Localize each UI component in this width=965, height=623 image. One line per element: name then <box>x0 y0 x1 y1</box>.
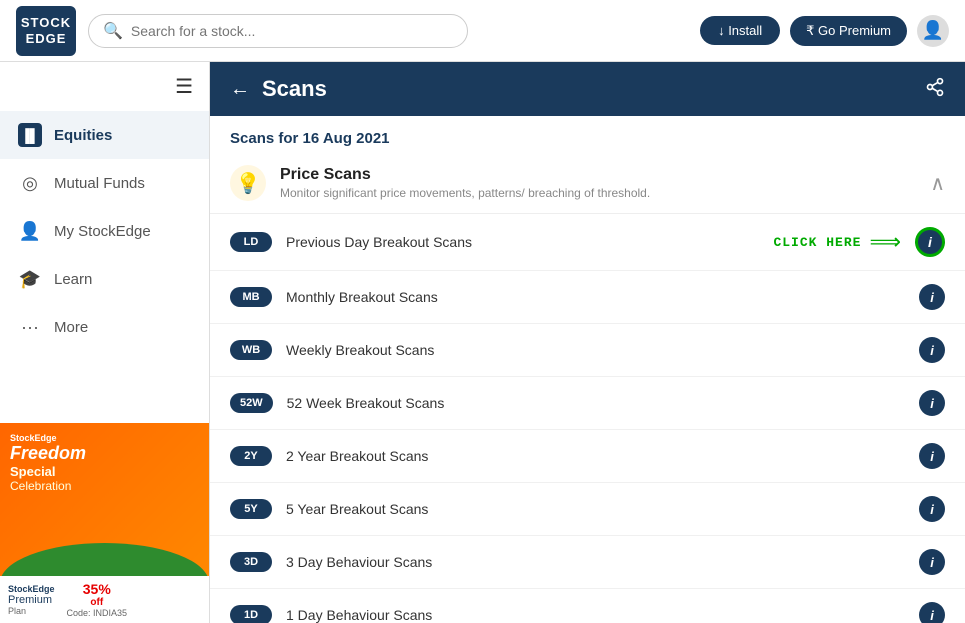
premium-button[interactable]: ₹ Go Premium <box>790 16 907 46</box>
share-icon <box>925 77 945 97</box>
scan-label-52w: 52 Week Breakout Scans <box>287 395 905 411</box>
sidebar-item-learn[interactable]: 🎓 Learn <box>0 255 209 303</box>
scan-badge-3d: 3D <box>230 552 272 572</box>
scan-badge-mb: MB <box>230 287 272 307</box>
scan-label-1d: 1 Day Behaviour Scans <box>286 607 905 623</box>
info-button-2y[interactable]: i <box>919 443 945 469</box>
main-layout: ☰ ▐▌ Equities ◎ Mutual Funds 👤 My StockE… <box>0 62 965 623</box>
content-area: ← Scans Scans for 16 Aug 2021 💡 Price Sc… <box>210 62 965 623</box>
info-button-ld-highlighted[interactable]: i <box>915 227 945 257</box>
section-info: Price Scans Monitor significant price mo… <box>280 166 916 200</box>
learn-icon: 🎓 <box>18 267 42 291</box>
sidebar-item-label-my-stockedge: My StockEdge <box>54 223 151 240</box>
top-header: STOCK EDGE 🔍 ↓ Install ₹ Go Premium 👤 <box>0 0 965 62</box>
ad-celebration: Celebration <box>10 479 199 493</box>
ad-plan-label: Plan <box>8 606 55 616</box>
ad-premium-label: Premium <box>8 594 55 606</box>
click-here-annotation: CLICK HERE ⟹ <box>773 231 901 253</box>
mutual-funds-icon: ◎ <box>18 171 42 195</box>
scan-badge-52w: 52W <box>230 393 273 413</box>
sidebar-item-more[interactable]: ··· More <box>0 303 209 351</box>
green-arrow-icon: ⟹ <box>869 231 901 253</box>
ad-code-label: Code: INDIA35 <box>67 608 128 618</box>
install-button[interactable]: ↓ Install <box>700 16 780 45</box>
scan-item-3d[interactable]: 3D 3 Day Behaviour Scans i <box>210 536 965 589</box>
hamburger-menu[interactable]: ☰ <box>0 62 209 111</box>
search-bar[interactable]: 🔍 <box>88 14 468 48</box>
scan-item-5y[interactable]: 5Y 5 Year Breakout Scans i <box>210 483 965 536</box>
header-actions: ↓ Install ₹ Go Premium 👤 <box>700 15 949 47</box>
section-desc: Monitor significant price movements, pat… <box>280 186 916 200</box>
scan-badge-2y: 2Y <box>230 446 272 466</box>
bulb-icon: 💡 <box>230 165 266 201</box>
scan-badge-1d: 1D <box>230 605 272 623</box>
scan-badge-wb: WB <box>230 340 272 360</box>
ad-special: Special <box>10 464 199 479</box>
sidebar: ☰ ▐▌ Equities ◎ Mutual Funds 👤 My StockE… <box>0 62 210 623</box>
sidebar-item-label-learn: Learn <box>54 271 92 288</box>
logo: STOCK EDGE <box>16 6 76 56</box>
price-scans-section-header: 💡 Price Scans Monitor significant price … <box>210 153 965 214</box>
sidebar-item-my-stockedge[interactable]: 👤 My StockEdge <box>0 207 209 255</box>
ad-discount-value: 35% <box>83 581 111 597</box>
scan-badge-ld: LD <box>230 232 272 252</box>
scan-item-ld[interactable]: LD Previous Day Breakout Scans CLICK HER… <box>210 214 965 271</box>
ad-banner[interactable]: StockEdge Freedom Special Celebration St… <box>0 423 209 623</box>
info-button-1d[interactable]: i <box>919 602 945 623</box>
scans-content: Scans for 16 Aug 2021 💡 Price Scans Moni… <box>210 116 965 623</box>
info-button-5y[interactable]: i <box>919 496 945 522</box>
ad-freedom: Freedom <box>10 443 199 464</box>
search-icon: 🔍 <box>103 21 123 41</box>
ad-discount-bar: StockEdge Premium Plan 35% off Code: IND… <box>0 576 209 623</box>
sidebar-item-equities[interactable]: ▐▌ Equities <box>0 111 209 159</box>
sidebar-item-label-equities: Equities <box>54 127 112 144</box>
share-button[interactable] <box>925 77 945 102</box>
section-title: Price Scans <box>280 166 916 184</box>
ad-brand: StockEdge <box>10 433 199 443</box>
more-icon: ··· <box>18 315 42 339</box>
scan-item-1d[interactable]: 1D 1 Day Behaviour Scans i <box>210 589 965 623</box>
info-button-3d[interactable]: i <box>919 549 945 575</box>
logo-line2: EDGE <box>21 31 71 47</box>
info-button-wb[interactable]: i <box>919 337 945 363</box>
sidebar-item-mutual-funds[interactable]: ◎ Mutual Funds <box>0 159 209 207</box>
scan-label-5y: 5 Year Breakout Scans <box>286 501 905 517</box>
search-input[interactable] <box>131 23 453 39</box>
scan-label-wb: Weekly Breakout Scans <box>286 342 905 358</box>
click-here-text: CLICK HERE <box>773 235 861 250</box>
sidebar-item-label-more: More <box>54 319 88 336</box>
back-button[interactable]: ← <box>230 78 250 101</box>
scan-label-3d: 3 Day Behaviour Scans <box>286 554 905 570</box>
ad-off-label: off <box>90 597 103 608</box>
logo-line1: STOCK <box>21 15 71 31</box>
sidebar-item-label-mutual-funds: Mutual Funds <box>54 175 145 192</box>
arrow-circle: ⟹ <box>869 231 901 253</box>
scan-item-52w[interactable]: 52W 52 Week Breakout Scans i <box>210 377 965 430</box>
user-avatar[interactable]: 👤 <box>917 15 949 47</box>
scan-item-wb[interactable]: WB Weekly Breakout Scans i <box>210 324 965 377</box>
scans-header-bar: ← Scans <box>210 62 965 116</box>
person-icon: 👤 <box>18 219 42 243</box>
scan-item-mb[interactable]: MB Monthly Breakout Scans i <box>210 271 965 324</box>
info-button-52w[interactable]: i <box>919 390 945 416</box>
scans-date: Scans for 16 Aug 2021 <box>210 116 965 153</box>
scan-label-ld: Previous Day Breakout Scans <box>286 234 759 250</box>
scan-item-2y[interactable]: 2Y 2 Year Breakout Scans i <box>210 430 965 483</box>
scan-label-2y: 2 Year Breakout Scans <box>286 448 905 464</box>
chevron-up-icon[interactable]: ∧ <box>930 171 945 196</box>
equities-icon: ▐▌ <box>18 123 42 147</box>
info-button-mb[interactable]: i <box>919 284 945 310</box>
ad-stockedge-label: StockEdge <box>8 584 55 594</box>
scan-label-mb: Monthly Breakout Scans <box>286 289 905 305</box>
scan-badge-5y: 5Y <box>230 499 272 519</box>
scans-title: Scans <box>262 76 913 102</box>
